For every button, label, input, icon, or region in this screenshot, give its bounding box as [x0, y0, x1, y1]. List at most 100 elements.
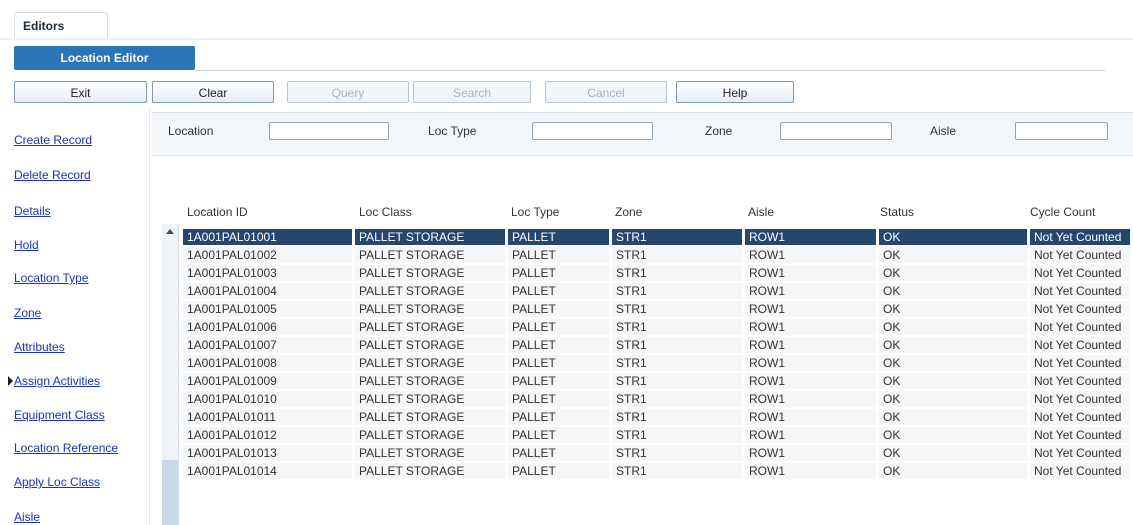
- column-header-location-id[interactable]: Location ID: [187, 205, 248, 219]
- scroll-up-icon[interactable]: [166, 229, 174, 234]
- loc-class-cell: PALLET STORAGE: [355, 445, 508, 461]
- sidebar-item-attributes[interactable]: Attributes: [14, 340, 65, 354]
- loc-class-cell: PALLET STORAGE: [355, 373, 508, 389]
- status-cell: OK: [879, 409, 1030, 425]
- location-id-cell: 1A001PAL01010: [183, 391, 355, 407]
- cycle-count-cell: Not Yet Counted: [1030, 355, 1133, 371]
- sidebar-item-location-type[interactable]: Location Type: [14, 271, 89, 285]
- sidebar-item-details[interactable]: Details: [14, 204, 51, 218]
- editor-divider: [195, 70, 1105, 71]
- zone-cell: STR1: [612, 283, 745, 299]
- aisle-cell: ROW1: [745, 283, 879, 299]
- loc-class-cell: PALLET STORAGE: [355, 283, 508, 299]
- zone-cell: STR1: [612, 337, 745, 353]
- aisle-cell: ROW1: [745, 463, 879, 479]
- table-row[interactable]: 1A001PAL01008 PALLET STORAGE PALLET STR1 ROW…: [183, 355, 1133, 371]
- clear-button[interactable]: Clear: [152, 81, 274, 103]
- loc-type-cell: PALLET: [508, 391, 612, 407]
- table-row[interactable]: 1A001PAL01001 PALLET STORAGE PALLET STR1 ROW…: [183, 229, 1133, 245]
- aisle-cell: ROW1: [745, 409, 879, 425]
- table-row[interactable]: 1A001PAL01014 PALLET STORAGE PALLET STR1 ROW…: [183, 463, 1133, 479]
- loc-type-cell: PALLET: [508, 319, 612, 335]
- table-row[interactable]: 1A001PAL01011 PALLET STORAGE PALLET STR1 ROW…: [183, 409, 1133, 425]
- sidebar-item-assign-activities[interactable]: Assign Activities: [14, 374, 100, 388]
- column-header-loc-type[interactable]: Loc Type: [511, 205, 559, 219]
- sidebar-item-hold[interactable]: Hold: [14, 238, 39, 252]
- sidebar-item-aisle[interactable]: Aisle: [14, 510, 40, 524]
- sidebar-item-location-reference[interactable]: Location Reference: [14, 441, 118, 455]
- loc-class-cell: PALLET STORAGE: [355, 265, 508, 281]
- sidebar-item-delete-record[interactable]: Delete Record: [14, 168, 91, 182]
- table-row[interactable]: 1A001PAL01004 PALLET STORAGE PALLET STR1 ROW…: [183, 283, 1133, 299]
- table-row[interactable]: 1A001PAL01005 PALLET STORAGE PALLET STR1 ROW…: [183, 301, 1133, 317]
- status-cell: OK: [879, 247, 1030, 263]
- results-table: 1A001PAL01001 PALLET STORAGE PALLET STR1 ROW…: [183, 227, 1133, 481]
- loc-type-cell: PALLET: [508, 265, 612, 281]
- exit-button[interactable]: Exit: [14, 81, 147, 103]
- column-header-cycle-count[interactable]: Cycle Count: [1030, 205, 1095, 219]
- location-label: Location: [168, 124, 214, 138]
- table-row[interactable]: 1A001PAL01006 PALLET STORAGE PALLET STR1 ROW…: [183, 319, 1133, 335]
- location-id-cell: 1A001PAL01005: [183, 301, 355, 317]
- table-row[interactable]: 1A001PAL01012 PALLET STORAGE PALLET STR1 ROW…: [183, 427, 1133, 443]
- table-row[interactable]: 1A001PAL01010 PALLET STORAGE PALLET STR1 ROW…: [183, 391, 1133, 407]
- column-header-aisle[interactable]: Aisle: [748, 205, 774, 219]
- tab-strip: [0, 0, 1133, 40]
- tab-editors[interactable]: Editors: [14, 12, 108, 38]
- loc-type-input[interactable]: [532, 122, 653, 140]
- location-input[interactable]: [269, 122, 389, 140]
- cycle-count-cell: Not Yet Counted: [1030, 283, 1133, 299]
- column-header-zone[interactable]: Zone: [615, 205, 642, 219]
- loc-type-cell: PALLET: [508, 247, 612, 263]
- current-item-arrow-icon: [8, 376, 13, 386]
- zone-cell: STR1: [612, 427, 745, 443]
- table-row[interactable]: 1A001PAL01002 PALLET STORAGE PALLET STR1 ROW…: [183, 247, 1133, 263]
- zone-cell: STR1: [612, 373, 745, 389]
- column-header-status[interactable]: Status: [880, 205, 914, 219]
- aisle-cell: ROW1: [745, 247, 879, 263]
- cycle-count-cell: Not Yet Counted: [1030, 463, 1133, 479]
- location-id-cell: 1A001PAL01006: [183, 319, 355, 335]
- aisle-label: Aisle: [930, 124, 957, 138]
- table-row[interactable]: 1A001PAL01007 PALLET STORAGE PALLET STR1 ROW…: [183, 337, 1133, 353]
- zone-cell: STR1: [612, 265, 745, 281]
- cycle-count-cell: Not Yet Counted: [1030, 319, 1133, 335]
- query-button[interactable]: Query: [287, 81, 409, 103]
- sidebar-item-apply-loc-class[interactable]: Apply Loc Class: [14, 475, 100, 489]
- cycle-count-cell: Not Yet Counted: [1030, 445, 1133, 461]
- column-header-loc-class[interactable]: Loc Class: [359, 205, 412, 219]
- loc-type-cell: PALLET: [508, 337, 612, 353]
- table-row[interactable]: 1A001PAL01013 PALLET STORAGE PALLET STR1 ROW…: [183, 445, 1133, 461]
- status-cell: OK: [879, 463, 1030, 479]
- sidebar-item-equipment-class[interactable]: Equipment Class: [14, 408, 105, 422]
- aisle-cell: ROW1: [745, 337, 879, 353]
- zone-input[interactable]: [780, 122, 892, 140]
- zone-cell: STR1: [612, 391, 745, 407]
- loc-type-cell: PALLET: [508, 427, 612, 443]
- sidebar-item-create-record[interactable]: Create Record: [14, 133, 92, 147]
- sidebar-item-zone[interactable]: Zone: [14, 306, 41, 320]
- help-button[interactable]: Help: [676, 81, 794, 103]
- loc-type-cell: PALLET: [508, 355, 612, 371]
- loc-type-cell: PALLET: [508, 229, 612, 245]
- loc-type-cell: PALLET: [508, 463, 612, 479]
- zone-cell: STR1: [612, 229, 745, 245]
- table-row[interactable]: 1A001PAL01009 PALLET STORAGE PALLET STR1 ROW…: [183, 373, 1133, 389]
- zone-cell: STR1: [612, 355, 745, 371]
- loc-class-cell: PALLET STORAGE: [355, 229, 508, 245]
- location-id-cell: 1A001PAL01012: [183, 427, 355, 443]
- location-id-cell: 1A001PAL01004: [183, 283, 355, 299]
- zone-cell: STR1: [612, 409, 745, 425]
- cycle-count-cell: Not Yet Counted: [1030, 337, 1133, 353]
- location-id-cell: 1A001PAL01014: [183, 463, 355, 479]
- aisle-cell: ROW1: [745, 391, 879, 407]
- cycle-count-cell: Not Yet Counted: [1030, 373, 1133, 389]
- cycle-count-cell: Not Yet Counted: [1030, 301, 1133, 317]
- search-button[interactable]: Search: [413, 81, 531, 103]
- scrollbar-thumb[interactable]: [162, 460, 178, 525]
- aisle-input[interactable]: [1015, 122, 1108, 140]
- zone-cell: STR1: [612, 247, 745, 263]
- tab-location-editor[interactable]: Location Editor: [14, 46, 195, 70]
- cancel-button[interactable]: Cancel: [545, 81, 667, 103]
- table-row[interactable]: 1A001PAL01003 PALLET STORAGE PALLET STR1 ROW…: [183, 265, 1133, 281]
